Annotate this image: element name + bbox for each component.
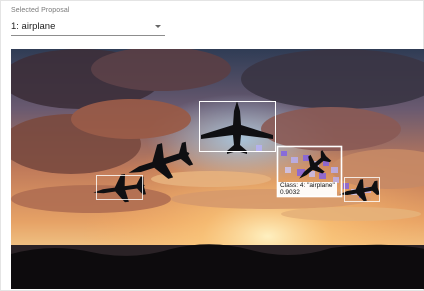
app-frame: Selected Proposal 1: airplane Class: 4: … [0, 0, 424, 291]
detection-label: Class: 4: "airplane" 0.9032 [278, 182, 337, 196]
chevron-down-icon[interactable] [155, 25, 161, 28]
proposal-select[interactable]: Selected Proposal 1: airplane [11, 7, 165, 36]
select-underline [11, 35, 165, 36]
detection-class-text: Class: 4: "airplane" [280, 182, 335, 189]
proposal-select-label: Selected Proposal [11, 7, 70, 14]
city-skyline [11, 244, 424, 289]
detection-image: Class: 4: "airplane" 0.9032 [11, 49, 424, 289]
sunset-scene [11, 49, 424, 289]
detection-score-text: 0.9032 [280, 189, 300, 196]
proposal-select-value[interactable]: 1: airplane [11, 21, 55, 32]
